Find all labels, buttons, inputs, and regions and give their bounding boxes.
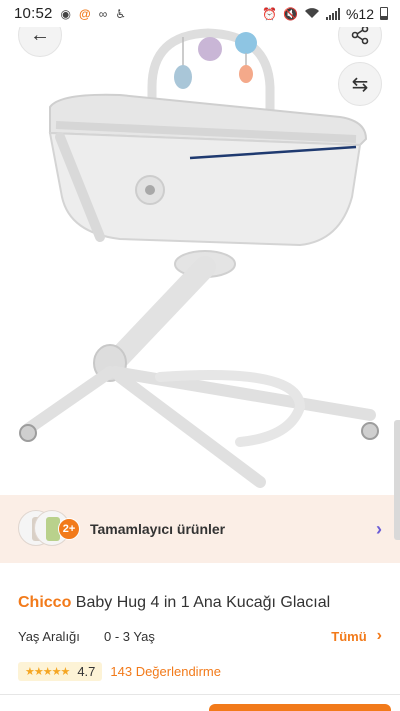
rating-badge: ★★★★★ 4.7: [18, 662, 103, 681]
signal-icon: [325, 7, 340, 20]
complementary-label: Tamamlayıcı ürünler: [90, 521, 226, 537]
product-name: Baby Hug 4 in 1 Ana Kucağı Glacıal: [75, 594, 331, 611]
all-attributes-link[interactable]: Tümü ›: [331, 627, 382, 645]
add-to-cart-button[interactable]: [209, 704, 391, 711]
accessibility-icon: ♿: [115, 6, 127, 21]
status-right: ⏰ 🔇 %12: [262, 6, 388, 22]
swap-arrows-icon: ⇆: [351, 73, 369, 96]
media-circle-icon: ◉: [60, 6, 72, 21]
share-icon: [351, 27, 369, 45]
voicemail-icon: ∞: [98, 6, 108, 21]
status-left: 10:52 ◉ @ ∞ ♿: [14, 5, 126, 22]
at-sign-icon: @: [79, 6, 91, 21]
complementary-thumbnails: 2+: [18, 510, 80, 548]
product-image[interactable]: ← ⇆: [0, 27, 400, 493]
age-range-value: 0 - 3 Yaş: [104, 628, 155, 644]
complementary-products-banner[interactable]: 2+ Tamamlayıcı ürünler ›: [0, 495, 400, 563]
battery-percent: %12: [345, 5, 374, 22]
bottom-action-bar: [0, 694, 400, 711]
age-range-row: Yaş Aralığı 0 - 3 Yaş Tümü ›: [18, 627, 382, 645]
bassinet-illustration: [19, 28, 379, 488]
status-bar: 10:52 ◉ @ ∞ ♿ ⏰ 🔇 %12: [0, 0, 400, 27]
star-rating-icon: ★★★★★: [25, 666, 70, 678]
age-range-label: Yaş Aralığı: [18, 628, 80, 644]
product-title: Chicco Baby Hug 4 in 1 Ana Kucağı Glacıa…: [18, 594, 388, 612]
chevron-right-icon: ›: [376, 627, 382, 644]
count-badge: 2+: [58, 518, 80, 540]
all-link-label: Tümü: [331, 628, 367, 644]
mute-icon: 🔇: [283, 6, 298, 21]
alarm-icon: ⏰: [262, 6, 278, 21]
battery-icon: [380, 7, 388, 20]
brand-link[interactable]: Chicco: [18, 594, 71, 611]
arrow-left-icon: ←: [30, 27, 50, 46]
chevron-right-icon: ›: [376, 518, 382, 539]
status-time: 10:52: [14, 5, 53, 22]
edge-panel-handle[interactable]: [394, 420, 400, 540]
rating-value: 4.7: [77, 664, 96, 679]
wifi-icon: [304, 7, 320, 21]
compare-button[interactable]: ⇆: [338, 62, 382, 106]
reviews-link[interactable]: 143 Değerlendirme: [110, 664, 221, 679]
rating-row[interactable]: ★★★★★ 4.7 143 Değerlendirme: [18, 662, 221, 681]
